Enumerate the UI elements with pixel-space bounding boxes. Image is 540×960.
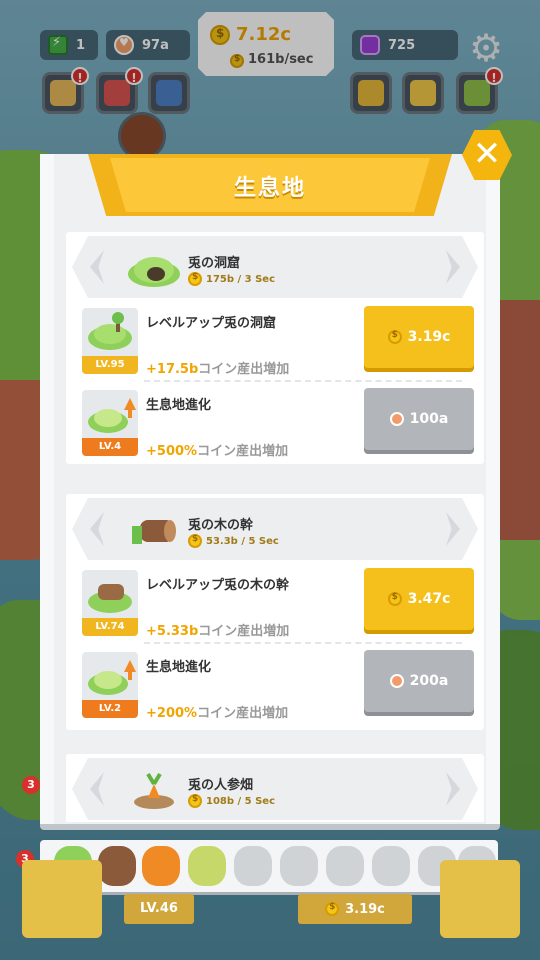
- bonus-value: +500%: [146, 444, 198, 459]
- habitat-rate-value: 108b / 5 Sec: [206, 795, 275, 807]
- habitat-name: 兎の洞窟: [188, 256, 241, 271]
- bonus-value: +5.33b: [146, 624, 199, 639]
- level-badge: LV.2: [82, 700, 138, 718]
- cave-evolve-thumbnail: LV.4: [82, 390, 138, 456]
- level-up-row: LV.95 レベルアップ兎の洞窟 +17.5bコイン産出増加 3.19c: [80, 306, 478, 384]
- bonus-value: +17.5b: [146, 362, 199, 377]
- carrot-field-habitat-icon: [126, 772, 182, 810]
- chevron-right-icon[interactable]: [446, 772, 460, 806]
- divider: [144, 642, 462, 644]
- cost-value: 100a: [409, 411, 449, 427]
- bottom-right-card[interactable]: [440, 860, 520, 938]
- coin-icon: [387, 330, 402, 344]
- level-up-buy-button[interactable]: 3.47c: [364, 568, 474, 630]
- chevron-left-icon[interactable]: [90, 512, 104, 546]
- habitat-header: 兎の木の幹 53.3b / 5 Sec: [72, 498, 478, 560]
- level-up-row: LV.74 レベルアップ兎の木の幹 +5.33bコイン産出増加 3.47c: [80, 568, 478, 646]
- habitat-name: 兎の木の幹: [188, 518, 254, 533]
- evolve-row: LV.2 生息地進化 +200%コイン産出増加 200a: [80, 650, 478, 728]
- heart-icon: [389, 412, 404, 426]
- habitat-rate-value: 175b / 3 Sec: [206, 273, 275, 285]
- tree-trunk-habitat-icon: [126, 512, 182, 550]
- evolve-desc: +200%コイン産出増加: [146, 702, 288, 721]
- bonus-value: +200%: [146, 706, 198, 721]
- coin-icon: [188, 794, 202, 808]
- evolve-desc: +500%コイン産出増加: [146, 440, 288, 459]
- habitat-header: 兎の洞窟 175b / 3 Sec: [72, 236, 478, 298]
- locked-habitat-icon[interactable]: [372, 846, 410, 886]
- evolve-title: 生息地進化: [146, 660, 212, 675]
- modal-title: 生息地: [233, 176, 306, 201]
- habitat-selector-strip: [40, 840, 498, 892]
- cave-habitat-icon: [126, 250, 182, 288]
- habitat-name: 兎の人参畑: [188, 778, 254, 793]
- tree-trunk-habitat-icon[interactable]: [98, 846, 136, 886]
- coin-icon: [188, 272, 202, 286]
- evolve-buy-button[interactable]: 100a: [364, 388, 474, 450]
- bottom-upgrade-button[interactable]: 3.19c: [298, 894, 412, 924]
- level-badge: LV.4: [82, 438, 138, 456]
- habitat-card: 兎の人参畑 108b / 5 Sec: [66, 754, 484, 822]
- level-up-title: レベルアップ兎の洞窟: [146, 316, 277, 331]
- locked-habitat-icon[interactable]: [280, 846, 318, 886]
- chevron-left-icon[interactable]: [90, 772, 104, 806]
- habitat-rate: 53.3b / 5 Sec: [188, 534, 279, 548]
- divider: [144, 380, 462, 382]
- locked-habitat-icon[interactable]: [326, 846, 364, 886]
- coin-icon: [387, 592, 402, 606]
- modal-right-edge: [486, 154, 500, 824]
- coin-icon: [188, 534, 202, 548]
- modal-left-edge: [40, 154, 54, 824]
- close-icon: ✕: [472, 134, 502, 174]
- notification-count-badge: 3: [22, 776, 40, 794]
- evolve-title: 生息地進化: [146, 398, 212, 413]
- cost-value: 200a: [409, 673, 449, 689]
- bottom-left-card[interactable]: [22, 860, 102, 938]
- habitat-card: 兎の洞窟 175b / 3 Sec LV.95 レベルアップ兎の洞窟 +17.5…: [66, 232, 484, 464]
- bonus-desc: コイン産出増加: [197, 706, 289, 721]
- carrot-field-habitat-icon[interactable]: [142, 846, 180, 886]
- level-up-desc: +5.33bコイン産出増加: [146, 620, 289, 639]
- evolve-buy-button[interactable]: 200a: [364, 650, 474, 712]
- coin-icon: [325, 902, 340, 916]
- cost-value: 3.47c: [407, 591, 451, 607]
- level-up-buy-button[interactable]: 3.19c: [364, 306, 474, 368]
- bonus-desc: コイン産出増加: [198, 362, 290, 377]
- bottom-cost-value: 3.19c: [345, 901, 385, 917]
- chevron-right-icon[interactable]: [446, 512, 460, 546]
- habitat-header: 兎の人参畑 108b / 5 Sec: [72, 758, 478, 820]
- heart-icon: [389, 674, 404, 688]
- level-badge: LV.95: [82, 356, 138, 374]
- chevron-left-icon[interactable]: [90, 250, 104, 284]
- habitat-rate-value: 53.3b / 5 Sec: [206, 535, 279, 547]
- cave-level-thumbnail: LV.95: [82, 308, 138, 374]
- habitat-card: 兎の木の幹 53.3b / 5 Sec LV.74 レベルアップ兎の木の幹 +5…: [66, 494, 484, 730]
- habitat-rate: 175b / 3 Sec: [188, 272, 275, 286]
- locked-habitat-icon[interactable]: [234, 846, 272, 886]
- bonus-desc: コイン産出増加: [197, 444, 289, 459]
- bottom-level-label: LV.46: [124, 894, 194, 924]
- habitat-rate: 108b / 5 Sec: [188, 794, 275, 808]
- level-up-title: レベルアップ兎の木の幹: [146, 578, 290, 593]
- habitat-list[interactable]: 兎の洞窟 175b / 3 Sec LV.95 レベルアップ兎の洞窟 +17.5…: [66, 232, 484, 822]
- chevron-right-icon[interactable]: [446, 250, 460, 284]
- level-badge: LV.74: [82, 618, 138, 636]
- trunk-evolve-thumbnail: LV.2: [82, 652, 138, 718]
- evolve-row: LV.4 生息地進化 +500%コイン産出増加 100a: [80, 388, 478, 466]
- trunk-level-thumbnail: LV.74: [82, 570, 138, 636]
- level-up-desc: +17.5bコイン産出増加: [146, 358, 289, 377]
- bamboo-habitat-icon[interactable]: [188, 846, 226, 886]
- cost-value: 3.19c: [407, 329, 451, 345]
- bonus-desc: コイン産出増加: [198, 624, 290, 639]
